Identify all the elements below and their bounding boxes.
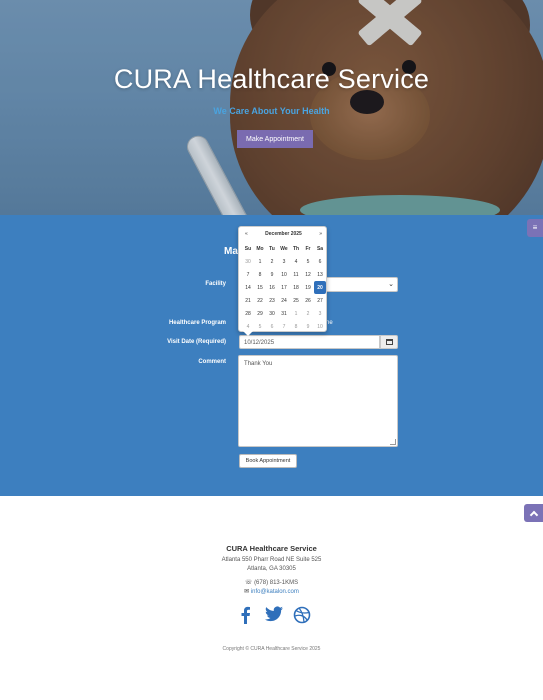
datepicker-grid: Su Mo Tu We Th Fr Sa 30 1 2 3 4 5 6 7 8 9 10 11 12 13 14 15 16 1… [242, 242, 326, 333]
twitter-icon[interactable] [265, 606, 283, 627]
datepicker-day[interactable]: 24 [278, 294, 290, 307]
datepicker-day[interactable]: 28 [242, 307, 254, 320]
hero-subtitle: We Care About Your Health [213, 106, 330, 116]
datepicker-weekday-header: Th [292, 245, 300, 252]
datepicker-day[interactable]: 1 [254, 255, 266, 268]
chevron-up-icon [529, 510, 538, 519]
visit-date-label: Visit Date (Required) [167, 339, 226, 345]
footer-email-link[interactable]: info@katalon.com [251, 589, 299, 595]
footer-address-line2: Atlanta, GA 30305 [247, 566, 296, 572]
datepicker-day[interactable]: 9 [302, 320, 314, 333]
datepicker-month-title[interactable]: December 2025 [239, 231, 328, 237]
datepicker-day[interactable]: 17 [278, 281, 290, 294]
datepicker-day[interactable]: 3 [314, 307, 326, 320]
datepicker-day[interactable]: 2 [302, 307, 314, 320]
hero-banner: CURA Healthcare Service We Care About Yo… [0, 0, 543, 215]
datepicker-day[interactable]: 13 [314, 268, 326, 281]
datepicker-day[interactable]: 16 [266, 281, 278, 294]
book-appointment-button[interactable]: Book Appointment [239, 454, 297, 468]
datepicker-next-button[interactable]: » [319, 231, 322, 237]
datepicker-day[interactable]: 6 [314, 255, 326, 268]
calendar-icon [385, 339, 393, 345]
datepicker-day[interactable]: 10 [314, 320, 326, 333]
chevron-down-icon: ⌄ [388, 281, 394, 288]
dribbble-icon[interactable] [293, 606, 311, 629]
datepicker-day[interactable]: 2 [266, 255, 278, 268]
datepicker-day[interactable]: 21 [242, 294, 254, 307]
footer-phone-text: (678) 813-1KMS [254, 580, 299, 586]
datepicker-day[interactable]: 15 [254, 281, 266, 294]
datepicker-day[interactable]: 27 [314, 294, 326, 307]
datepicker-day[interactable]: 4 [290, 255, 302, 268]
footer-copyright: Copyright © CURA Healthcare Service 2025 [222, 646, 321, 652]
datepicker-popup: « December 2025 » Su Mo Tu We Th Fr Sa 30 1 2 3 4 5 6… [238, 226, 328, 336]
calendar-button[interactable] [380, 335, 398, 349]
datepicker-header: « December 2025 » [239, 231, 328, 239]
comment-textarea[interactable]: Thank You [238, 355, 398, 447]
datepicker-day[interactable]: 30 [266, 307, 278, 320]
datepicker-pointer [243, 331, 253, 336]
footer-address-line1: Atlanta 550 Pharr Road NE Suite 525 [221, 557, 322, 563]
datepicker-weekday-header: Sa [316, 245, 324, 252]
twitter-icon [265, 606, 283, 622]
phone-icon: ☏ [244, 580, 255, 586]
datepicker-day[interactable]: 10 [278, 268, 290, 281]
facility-label: Facility [205, 281, 226, 287]
datepicker-day[interactable]: 14 [242, 281, 254, 294]
datepicker-day[interactable]: 9 [266, 268, 278, 281]
datepicker-day[interactable]: 8 [290, 320, 302, 333]
datepicker-day-selected[interactable]: 20 [314, 281, 326, 294]
comment-label: Comment [198, 359, 226, 365]
datepicker-weekday-header: We [280, 245, 288, 252]
datepicker-day[interactable]: 26 [302, 294, 314, 307]
hero-title: CURA Healthcare Service [113, 64, 430, 94]
datepicker-day[interactable]: 7 [242, 268, 254, 281]
datepicker-weekday-header: Mo [256, 245, 264, 252]
datepicker-day[interactable]: 25 [290, 294, 302, 307]
datepicker-day[interactable]: 8 [254, 268, 266, 281]
datepicker-day[interactable]: 11 [290, 268, 302, 281]
datepicker-day[interactable]: 1 [290, 307, 302, 320]
visit-date-input[interactable]: 10/12/2025 [239, 335, 380, 349]
side-menu-toggle[interactable]: ≡ [527, 219, 543, 237]
envelope-icon: ✉ [244, 589, 251, 595]
menu-icon: ≡ [532, 223, 538, 232]
datepicker-day[interactable]: 30 [242, 255, 254, 268]
datepicker-day[interactable]: 31 [278, 307, 290, 320]
healthcare-program-label: Healthcare Program [168, 320, 226, 326]
dribbble-icon [293, 606, 311, 624]
datepicker-weekday-header: Su [244, 245, 252, 252]
datepicker-day[interactable]: 6 [266, 320, 278, 333]
facebook-icon [241, 606, 250, 624]
footer-email: ✉ info@katalon.com [0, 588, 543, 595]
datepicker-day[interactable]: 23 [266, 294, 278, 307]
datepicker-weekday-header: Tu [269, 245, 275, 252]
datepicker-day[interactable]: 12 [302, 268, 314, 281]
datepicker-weekday-header: Fr [305, 245, 311, 252]
comment-text: Thank You [244, 361, 273, 367]
datepicker-day[interactable]: 18 [290, 281, 302, 294]
facebook-icon[interactable] [239, 606, 251, 629]
make-appointment-button[interactable]: Make Appointment [237, 130, 313, 148]
datepicker-day[interactable]: 7 [278, 320, 290, 333]
appointment-heading: Ma [224, 246, 238, 257]
facility-select[interactable]: ⌄ [318, 277, 398, 292]
datepicker-day[interactable]: 3 [278, 255, 290, 268]
scroll-to-top-button[interactable] [524, 504, 543, 522]
footer-company-name: CURA Healthcare Service [226, 544, 317, 553]
datepicker-day[interactable]: 19 [302, 281, 314, 294]
footer-phone: ☏ (678) 813-1KMS [0, 579, 543, 586]
datepicker-day[interactable]: 5 [254, 320, 266, 333]
resize-handle[interactable] [390, 439, 396, 445]
datepicker-day[interactable]: 22 [254, 294, 266, 307]
program-option-none-label: ne [326, 320, 333, 326]
datepicker-day[interactable]: 5 [302, 255, 314, 268]
datepicker-day[interactable]: 29 [254, 307, 266, 320]
